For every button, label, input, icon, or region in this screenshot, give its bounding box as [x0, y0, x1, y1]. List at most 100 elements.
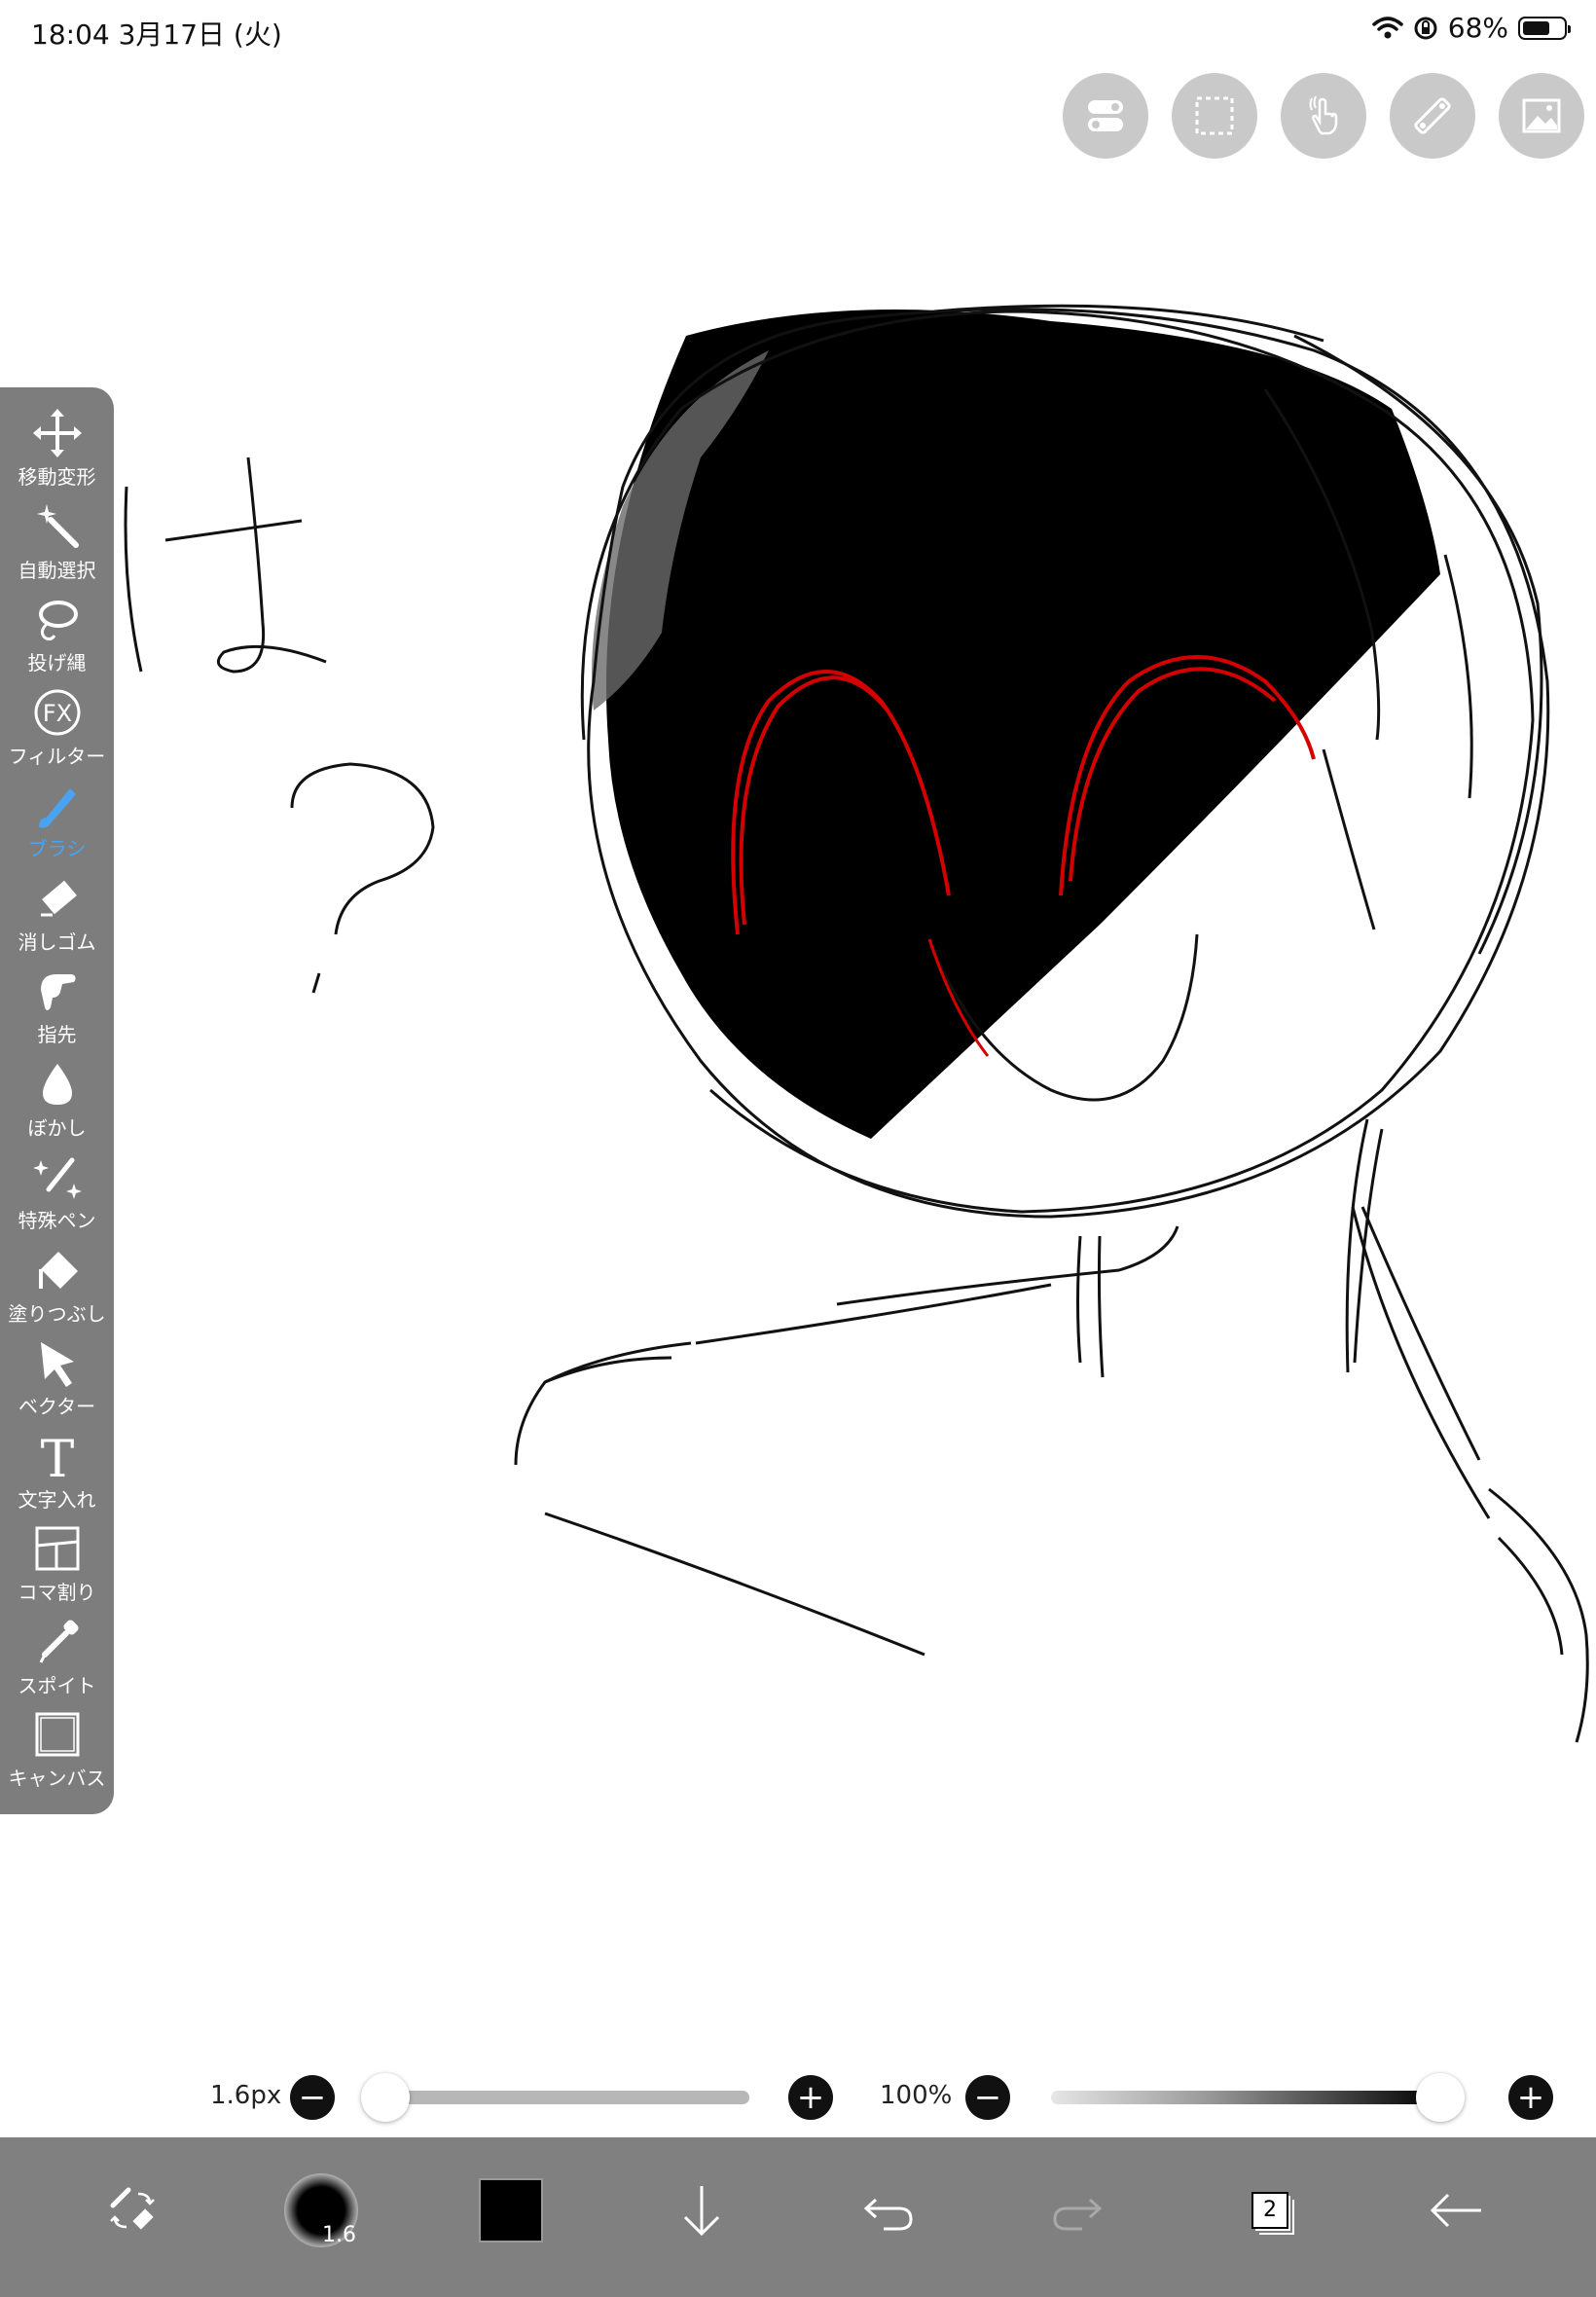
- tool-palette: 移動変形自動選択投げ縄 FX フィルターブラシ消しゴム指先ぼかし特殊ペン塗りつぶしベ…: [0, 387, 114, 1814]
- tool-brush[interactable]: ブラシ: [0, 773, 114, 866]
- gesture-button[interactable]: [1281, 73, 1366, 159]
- canvas-icon: [35, 1712, 79, 1757]
- tool-drop[interactable]: ぼかし: [0, 1052, 114, 1146]
- minus-icon: −: [298, 2078, 327, 2117]
- tool-label: スポイト: [18, 1673, 96, 1697]
- opacity-slider-thumb[interactable]: [1416, 2073, 1465, 2122]
- shoulder-left-2: [544, 1356, 672, 1384]
- tool-bucket[interactable]: 塗りつぶし: [0, 1238, 114, 1331]
- question-mark-dot: [311, 972, 321, 994]
- hiragana-ha-vertical: [216, 456, 327, 674]
- tool-sparkle-pen[interactable]: 特殊ペン: [0, 1145, 114, 1238]
- layers-button[interactable]: 2: [1222, 2167, 1310, 2254]
- sketch-artwork: [124, 304, 1589, 1743]
- hand-gesture-icon: [1309, 95, 1338, 135]
- brush-preview-icon: 1.6: [284, 2173, 358, 2247]
- tool-magic-wand[interactable]: 自動選択: [0, 494, 114, 588]
- vector-arrow-icon: [40, 1342, 74, 1387]
- arm-right: [1488, 1487, 1589, 1743]
- tool-vector-arrow[interactable]: ベクター: [0, 1331, 114, 1424]
- tool-eraser[interactable]: 消しゴム: [0, 866, 114, 960]
- status-indicators: 68%: [1372, 12, 1571, 44]
- drop-icon: [42, 1063, 72, 1105]
- wifi-icon: [1372, 16, 1403, 38]
- drawing-canvas[interactable]: [0, 62, 1596, 2135]
- redo-button[interactable]: [1034, 2167, 1121, 2254]
- redo-icon: [1053, 2198, 1103, 2231]
- material-icon: [1522, 98, 1561, 133]
- color-button[interactable]: [467, 2167, 555, 2254]
- tool-lasso[interactable]: 投げ縄: [0, 587, 114, 680]
- brush-size-button[interactable]: 1.6: [277, 2167, 365, 2254]
- size-slider-thumb[interactable]: [361, 2073, 410, 2122]
- size-increase-button[interactable]: +: [788, 2075, 833, 2120]
- selection-icon: [1195, 96, 1234, 135]
- status-bar: 18:04 3月17日 (火) 68%: [0, 0, 1596, 62]
- svg-text:FX: FX: [42, 700, 71, 727]
- tool-label: 指先: [37, 1023, 77, 1046]
- layer-count: 2: [1251, 2192, 1288, 2229]
- minus-icon: −: [973, 2078, 1002, 2117]
- tool-label: 投げ縄: [27, 651, 87, 675]
- collarbone: [695, 1283, 1052, 1345]
- eraser-icon: [40, 880, 77, 916]
- tool-label: 文字入れ: [18, 1487, 96, 1512]
- opacity-increase-button[interactable]: +: [1508, 2075, 1553, 2120]
- selection-button[interactable]: [1172, 73, 1257, 159]
- tool-label: 特殊ペン: [18, 1209, 96, 1232]
- bottom-toolbar: 1.6 2: [0, 2137, 1596, 2297]
- tool-text[interactable]: T 文字入れ: [0, 1424, 114, 1517]
- arrow-down-icon: [683, 2186, 720, 2237]
- bucket-icon: [38, 1251, 78, 1289]
- fx-icon: FX: [34, 689, 80, 735]
- shoulder-right: [1360, 1206, 1481, 1461]
- current-color-swatch: [479, 2178, 543, 2242]
- tool-move[interactable]: 移動変形: [0, 401, 114, 494]
- undo-icon: [863, 2198, 913, 2231]
- tool-label: ぼかし: [27, 1115, 87, 1140]
- size-decrease-button[interactable]: −: [290, 2075, 335, 2120]
- hair-shape: [605, 310, 1440, 1139]
- brush-settings-bar: 1.6px − + 100% − +: [0, 2067, 1596, 2126]
- tool-label: ベクター: [18, 1395, 96, 1418]
- move-icon: [32, 409, 82, 457]
- sparkle-pen-icon: [32, 1157, 82, 1199]
- text-icon: T: [40, 1431, 74, 1482]
- tool-label: 移動変形: [18, 465, 96, 489]
- question-mark: [290, 762, 435, 935]
- back-button[interactable]: [1413, 2167, 1501, 2254]
- tool-label: 自動選択: [18, 558, 96, 582]
- size-slider-track[interactable]: [385, 2091, 749, 2104]
- tool-finger[interactable]: 指先: [0, 959, 114, 1052]
- toggle-button[interactable]: [1063, 73, 1148, 159]
- brush-icon: [38, 788, 76, 828]
- neck-left: [1076, 1235, 1082, 1364]
- tool-canvas[interactable]: キャンバス: [0, 1702, 114, 1796]
- opacity-slider-track[interactable]: [1051, 2091, 1440, 2104]
- tool-label: キャンバス: [8, 1767, 106, 1790]
- ruler-button[interactable]: [1390, 73, 1475, 159]
- tool-label: 消しゴム: [18, 930, 96, 954]
- material-button[interactable]: [1499, 73, 1584, 159]
- opacity-label: 100%: [880, 2081, 953, 2110]
- undo-button[interactable]: [845, 2167, 932, 2254]
- brush-size-label: 1.6px: [210, 2081, 282, 2110]
- toggle-icon: [1088, 100, 1123, 131]
- top-tool-buttons: [1063, 73, 1584, 159]
- shoulder-right-2: [1351, 1206, 1491, 1519]
- tool-label: コマ割り: [18, 1581, 96, 1604]
- ruler-icon: [1414, 97, 1451, 134]
- hair-strand-2: [1443, 554, 1473, 799]
- tool-label: フィルター: [8, 744, 106, 768]
- panel-icon: [35, 1526, 79, 1571]
- battery-percent: 68%: [1447, 12, 1508, 44]
- tool-panel[interactable]: コマ割り: [0, 1516, 114, 1610]
- download-button[interactable]: [658, 2167, 745, 2254]
- cheek-line: [1322, 748, 1376, 930]
- brush-size-value: 1.6: [322, 2223, 356, 2247]
- opacity-decrease-button[interactable]: −: [965, 2075, 1010, 2120]
- tool-fx[interactable]: FX フィルター: [0, 680, 114, 774]
- swap-tool-button[interactable]: [90, 2167, 177, 2254]
- tool-eyedropper[interactable]: スポイト: [0, 1610, 114, 1703]
- shoulder-left: [514, 1341, 692, 1466]
